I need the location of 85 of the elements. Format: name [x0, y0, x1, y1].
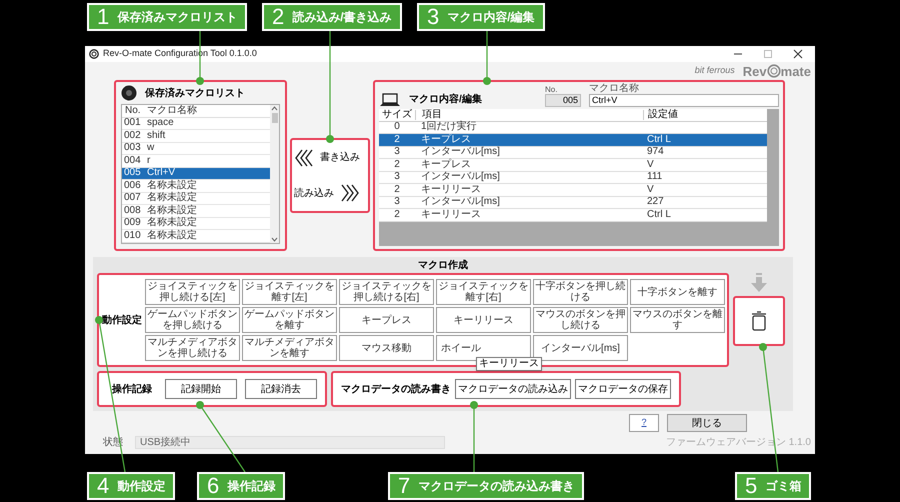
- app-icon: [89, 49, 99, 59]
- column-header: マクロ名称: [146, 106, 197, 116]
- column-header: 設定値: [643, 110, 767, 120]
- macro-list-item[interactable]: 003 w: [122, 142, 270, 155]
- panel-label: 操作記録: [110, 382, 153, 396]
- tooltip: キーリリース: [476, 357, 542, 371]
- macro-data-button[interactable]: マクロデータの保存: [575, 379, 671, 399]
- recording-button[interactable]: 記録消去: [245, 379, 317, 399]
- macro-list-item[interactable]: 005 Ctrl+V: [122, 168, 270, 180]
- macro-list-item[interactable]: 001 space: [122, 118, 270, 130]
- macro-table-row[interactable]: 2 キーリリース Ctrl L: [379, 209, 767, 222]
- action-button[interactable]: ジョイスティックを押し続ける[左]: [145, 279, 240, 305]
- action-button[interactable]: マルチメディアボタンを離す: [242, 335, 337, 361]
- callout-label: マクロデータの読み込み書き: [418, 480, 574, 492]
- field-label: マクロ名称: [589, 84, 640, 94]
- panel-title: 保存済みマクロリスト: [145, 86, 245, 100]
- recording-button[interactable]: 記録開始: [165, 379, 237, 399]
- close-icon[interactable]: [793, 49, 803, 59]
- macro-table-row[interactable]: 2 キープレス V: [379, 159, 767, 172]
- action-button[interactable]: ジョイスティックを押し続ける[右]: [339, 279, 434, 305]
- read-button[interactable]: 読み込み: [294, 184, 366, 202]
- callout-number: 6: [207, 475, 220, 497]
- callout-label: 読み込み/書き込み: [292, 11, 392, 23]
- panel-title: マクロ内容/編集: [409, 92, 482, 107]
- maker-logo: bit ferrous: [694, 64, 735, 78]
- name-field[interactable]: Ctrl+V: [589, 94, 779, 107]
- action-button[interactable]: 十字ボタンを離す: [630, 279, 725, 305]
- callout-number: 1: [97, 6, 110, 28]
- action-button[interactable]: マウスのボタンを押し続ける: [533, 307, 628, 333]
- action-button[interactable]: マウスのボタンを離す: [630, 307, 725, 333]
- macro-table-row[interactable]: 2 キープレス Ctrl L: [379, 134, 767, 146]
- help-button[interactable]: ?: [629, 414, 659, 432]
- scroll-up-icon[interactable]: [271, 106, 278, 111]
- trash-icon: [751, 311, 767, 331]
- number-field: 005: [545, 94, 581, 107]
- write-button[interactable]: 書き込み: [294, 148, 366, 167]
- action-button[interactable]: 十字ボタンを押し続ける: [533, 279, 628, 305]
- callout-number: 3: [427, 6, 440, 28]
- scroll-thumb[interactable]: [272, 113, 278, 123]
- down-arrow-icon: [750, 273, 768, 293]
- macro-table-row[interactable]: 3 インターバル[ms] 974: [379, 146, 767, 159]
- callout-label: マクロ内容/編集: [447, 11, 535, 23]
- action-button[interactable]: ジョイスティックを離す[左]: [242, 279, 337, 305]
- field-label: No.: [545, 86, 558, 94]
- panel-label: 動作設定: [101, 313, 143, 328]
- action-button[interactable]: ゲームパッドボタンを離す: [242, 307, 337, 333]
- macro-table-row[interactable]: 0 1回だけ実行: [379, 122, 767, 134]
- macro-list-item[interactable]: 009 名称未設定: [122, 218, 270, 230]
- column-header: サイズ: [381, 110, 413, 120]
- macro-list-item[interactable]: 002 shift: [122, 130, 270, 142]
- close-button[interactable]: 閉じる: [667, 414, 747, 432]
- macro-list-item[interactable]: 007 名称未設定: [122, 192, 270, 205]
- macro-data-button[interactable]: マクロデータの読み込み: [455, 379, 571, 399]
- callout-label: 操作記録: [227, 480, 276, 492]
- panel-label: マクロデータの読み書き: [341, 382, 451, 396]
- product-logo: Rev mate: [742, 64, 811, 78]
- macro-list-item[interactable]: 008 名称未設定: [122, 205, 270, 218]
- laptop-icon: [379, 93, 401, 107]
- section-title: マクロ作成: [417, 259, 469, 273]
- action-button[interactable]: キープレス: [339, 307, 434, 333]
- scroll-down-icon[interactable]: [271, 236, 278, 242]
- status-field: USB接続中: [135, 436, 445, 449]
- callout-label: 保存済みマクロリスト: [117, 11, 238, 23]
- column-header: 項目: [415, 110, 643, 120]
- callout-label: ゴミ箱: [765, 480, 802, 492]
- macro-table-row[interactable]: 2 キーリリース V: [379, 184, 767, 196]
- callout-label: 動作設定: [117, 480, 166, 492]
- callout-number: 4: [97, 475, 110, 497]
- action-button[interactable]: キーリリース: [436, 307, 531, 333]
- macro-table-row[interactable]: 3 インターバル[ms] 111: [379, 172, 767, 184]
- callout-number: 5: [745, 475, 758, 497]
- action-button[interactable]: ゲームパッドボタンを押し続ける: [145, 307, 240, 333]
- action-button[interactable]: インターバル[ms]: [533, 335, 628, 361]
- macro-list-item[interactable]: 010 名称未設定: [122, 230, 270, 242]
- action-button[interactable]: マウス移動: [339, 335, 434, 361]
- firmware-version: ファームウェアバージョン 1.1.0: [666, 436, 811, 450]
- macro-list-item[interactable]: 006 名称未設定: [122, 180, 270, 192]
- column-header: No.: [124, 106, 142, 116]
- macro-table-row[interactable]: 3 インターバル[ms] 227: [379, 196, 767, 209]
- action-button[interactable]: ジョイスティックを離す[右]: [436, 279, 531, 305]
- action-button[interactable]: マルチメディアボタンを押し続ける: [145, 335, 240, 361]
- trash-panel[interactable]: [733, 296, 785, 346]
- callout-number: 2: [272, 6, 284, 28]
- scrollbar[interactable]: [270, 105, 279, 242]
- callout-number: 7: [398, 475, 410, 497]
